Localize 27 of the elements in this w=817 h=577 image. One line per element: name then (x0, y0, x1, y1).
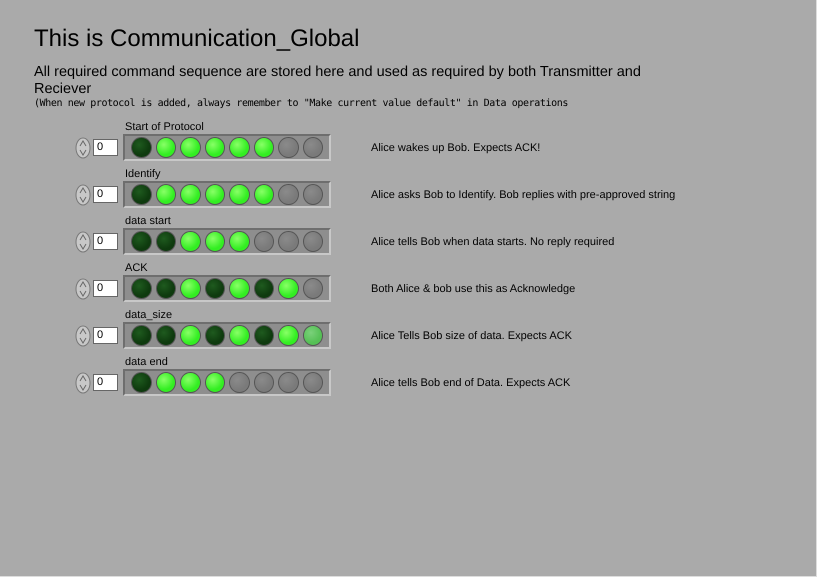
index-field[interactable]: 0 (93, 186, 118, 203)
index-spinner-icon[interactable] (75, 136, 91, 158)
note-text: (When new protocol is added, always remember to "Make current value default" in Data operations (34, 98, 569, 110)
index-spinner-icon[interactable] (75, 230, 91, 252)
array-label: data_size (125, 308, 172, 322)
index-spinner-icon[interactable] (75, 324, 91, 346)
comment-text: Alice tells Bob when data starts. No reply required (371, 236, 614, 248)
index-spinner-icon[interactable] (75, 278, 91, 300)
index-spinner-icon[interactable] (75, 372, 91, 394)
index-field[interactable]: 0 (93, 374, 118, 391)
array-label: ACK (125, 261, 148, 275)
index-spinner-icon[interactable] (75, 184, 91, 206)
comment-text: Alice Tells Bob size of data. Expects ACK (371, 330, 572, 342)
index-field[interactable]: 0 (93, 280, 118, 297)
array-label: Start of Protocol (125, 120, 204, 134)
array-label: data end (125, 355, 168, 369)
index-field[interactable]: 0 (93, 327, 118, 344)
comment-text: Alice tells Bob end of Data. Expects ACK (371, 376, 570, 388)
panel-title: This is Communication_Global (34, 24, 360, 54)
index-field[interactable]: 0 (93, 233, 118, 250)
index-field[interactable]: 0 (93, 139, 118, 156)
comment-text: Both Alice & bob use this as Acknowledge (371, 282, 576, 294)
comment-text: Alice asks Bob to Identify. Bob replies with pre-approved string (371, 188, 676, 200)
array-label: data start (125, 214, 171, 228)
comment-text: Alice wakes up Bob. Expects ACK! (371, 142, 540, 154)
description-text: All required command sequence are stored here and used as required by both Transmitter and Reciever (34, 64, 642, 98)
array-label: Identify (125, 167, 160, 181)
